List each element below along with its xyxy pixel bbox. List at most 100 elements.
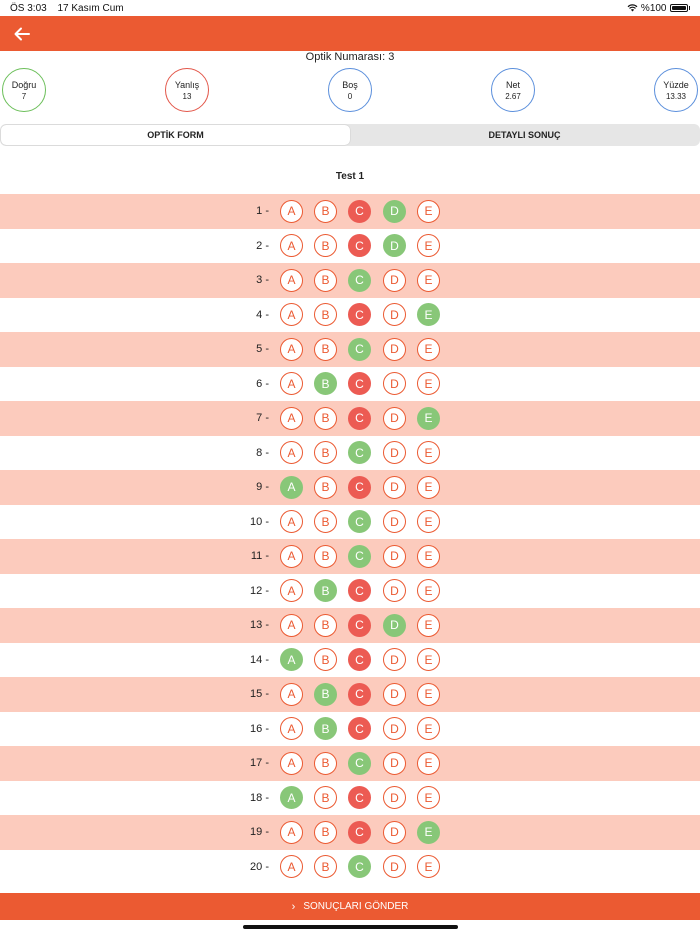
option-b[interactable]: B bbox=[314, 717, 337, 740]
option-e[interactable]: E bbox=[417, 337, 440, 361]
option-a[interactable]: A bbox=[280, 234, 303, 257]
option-c[interactable]: C bbox=[348, 579, 371, 602]
option-e[interactable]: E bbox=[417, 751, 440, 775]
option-a[interactable]: A bbox=[280, 268, 303, 292]
option-c[interactable]: C bbox=[348, 337, 371, 361]
option-b[interactable]: B bbox=[314, 337, 337, 361]
option-e[interactable]: E bbox=[417, 579, 440, 602]
option-e[interactable]: E bbox=[417, 544, 440, 568]
option-c[interactable]: C bbox=[348, 475, 371, 499]
option-c[interactable]: C bbox=[348, 544, 371, 568]
option-c[interactable]: C bbox=[348, 268, 371, 292]
option-c[interactable]: C bbox=[348, 648, 371, 671]
tab-optic-form[interactable]: OPTİK FORM bbox=[1, 125, 350, 145]
option-b[interactable]: B bbox=[314, 441, 337, 464]
option-c[interactable]: C bbox=[348, 820, 371, 844]
option-c[interactable]: C bbox=[348, 855, 371, 878]
option-a[interactable]: A bbox=[280, 303, 303, 326]
option-b[interactable]: B bbox=[314, 682, 337, 706]
option-c[interactable]: C bbox=[348, 199, 371, 223]
option-b[interactable]: B bbox=[314, 510, 337, 533]
option-d[interactable]: D bbox=[383, 475, 406, 499]
option-d[interactable]: D bbox=[383, 717, 406, 740]
option-e[interactable]: E bbox=[417, 268, 440, 292]
option-a[interactable]: A bbox=[280, 579, 303, 602]
option-a[interactable]: A bbox=[280, 337, 303, 361]
option-b[interactable]: B bbox=[314, 406, 337, 430]
option-c[interactable]: C bbox=[348, 717, 371, 740]
option-a[interactable]: A bbox=[280, 441, 303, 464]
option-a[interactable]: A bbox=[280, 372, 303, 395]
option-e[interactable]: E bbox=[417, 717, 440, 740]
option-b[interactable]: B bbox=[314, 372, 337, 395]
option-e[interactable]: E bbox=[417, 820, 440, 844]
option-a[interactable]: A bbox=[280, 751, 303, 775]
back-button[interactable] bbox=[10, 22, 34, 46]
option-b[interactable]: B bbox=[314, 268, 337, 292]
option-e[interactable]: E bbox=[417, 441, 440, 464]
option-c[interactable]: C bbox=[348, 510, 371, 533]
option-c[interactable]: C bbox=[348, 406, 371, 430]
submit-results-button[interactable]: › SONUÇLARI GÖNDER bbox=[0, 893, 700, 920]
option-c[interactable]: C bbox=[348, 682, 371, 706]
option-b[interactable]: B bbox=[314, 751, 337, 775]
option-d[interactable]: D bbox=[383, 613, 406, 637]
option-b[interactable]: B bbox=[314, 234, 337, 257]
option-a[interactable]: A bbox=[280, 855, 303, 878]
option-c[interactable]: C bbox=[348, 751, 371, 775]
option-d[interactable]: D bbox=[383, 855, 406, 878]
option-e[interactable]: E bbox=[417, 648, 440, 671]
option-b[interactable]: B bbox=[314, 820, 337, 844]
option-d[interactable]: D bbox=[383, 406, 406, 430]
option-d[interactable]: D bbox=[383, 682, 406, 706]
option-d[interactable]: D bbox=[383, 648, 406, 671]
option-d[interactable]: D bbox=[383, 510, 406, 533]
option-b[interactable]: B bbox=[314, 613, 337, 637]
option-d[interactable]: D bbox=[383, 337, 406, 361]
option-b[interactable]: B bbox=[314, 544, 337, 568]
option-a[interactable]: A bbox=[280, 199, 303, 223]
option-d[interactable]: D bbox=[383, 441, 406, 464]
option-a[interactable]: A bbox=[280, 648, 303, 671]
option-e[interactable]: E bbox=[417, 234, 440, 257]
option-e[interactable]: E bbox=[417, 786, 440, 809]
option-a[interactable]: A bbox=[280, 406, 303, 430]
option-e[interactable]: E bbox=[417, 682, 440, 706]
option-a[interactable]: A bbox=[280, 544, 303, 568]
option-c[interactable]: C bbox=[348, 234, 371, 257]
option-a[interactable]: A bbox=[280, 682, 303, 706]
option-c[interactable]: C bbox=[348, 613, 371, 637]
option-b[interactable]: B bbox=[314, 786, 337, 809]
option-e[interactable]: E bbox=[417, 372, 440, 395]
option-e[interactable]: E bbox=[417, 475, 440, 499]
option-b[interactable]: B bbox=[314, 199, 337, 223]
option-b[interactable]: B bbox=[314, 648, 337, 671]
option-c[interactable]: C bbox=[348, 303, 371, 326]
option-c[interactable]: C bbox=[348, 441, 371, 464]
option-a[interactable]: A bbox=[280, 510, 303, 533]
option-d[interactable]: D bbox=[383, 820, 406, 844]
option-a[interactable]: A bbox=[280, 717, 303, 740]
option-e[interactable]: E bbox=[417, 855, 440, 878]
tab-detailed-result[interactable]: DETAYLI SONUÇ bbox=[350, 125, 699, 145]
option-d[interactable]: D bbox=[383, 199, 406, 223]
option-d[interactable]: D bbox=[383, 786, 406, 809]
option-e[interactable]: E bbox=[417, 510, 440, 533]
option-b[interactable]: B bbox=[314, 303, 337, 326]
option-d[interactable]: D bbox=[383, 579, 406, 602]
option-b[interactable]: B bbox=[314, 579, 337, 602]
option-d[interactable]: D bbox=[383, 751, 406, 775]
option-b[interactable]: B bbox=[314, 855, 337, 878]
option-a[interactable]: A bbox=[280, 820, 303, 844]
option-d[interactable]: D bbox=[383, 268, 406, 292]
option-e[interactable]: E bbox=[417, 406, 440, 430]
option-c[interactable]: C bbox=[348, 372, 371, 395]
option-a[interactable]: A bbox=[280, 613, 303, 637]
option-d[interactable]: D bbox=[383, 372, 406, 395]
option-e[interactable]: E bbox=[417, 613, 440, 637]
option-e[interactable]: E bbox=[417, 199, 440, 223]
option-d[interactable]: D bbox=[383, 303, 406, 326]
option-b[interactable]: B bbox=[314, 475, 337, 499]
option-c[interactable]: C bbox=[348, 786, 371, 809]
option-a[interactable]: A bbox=[280, 786, 303, 809]
